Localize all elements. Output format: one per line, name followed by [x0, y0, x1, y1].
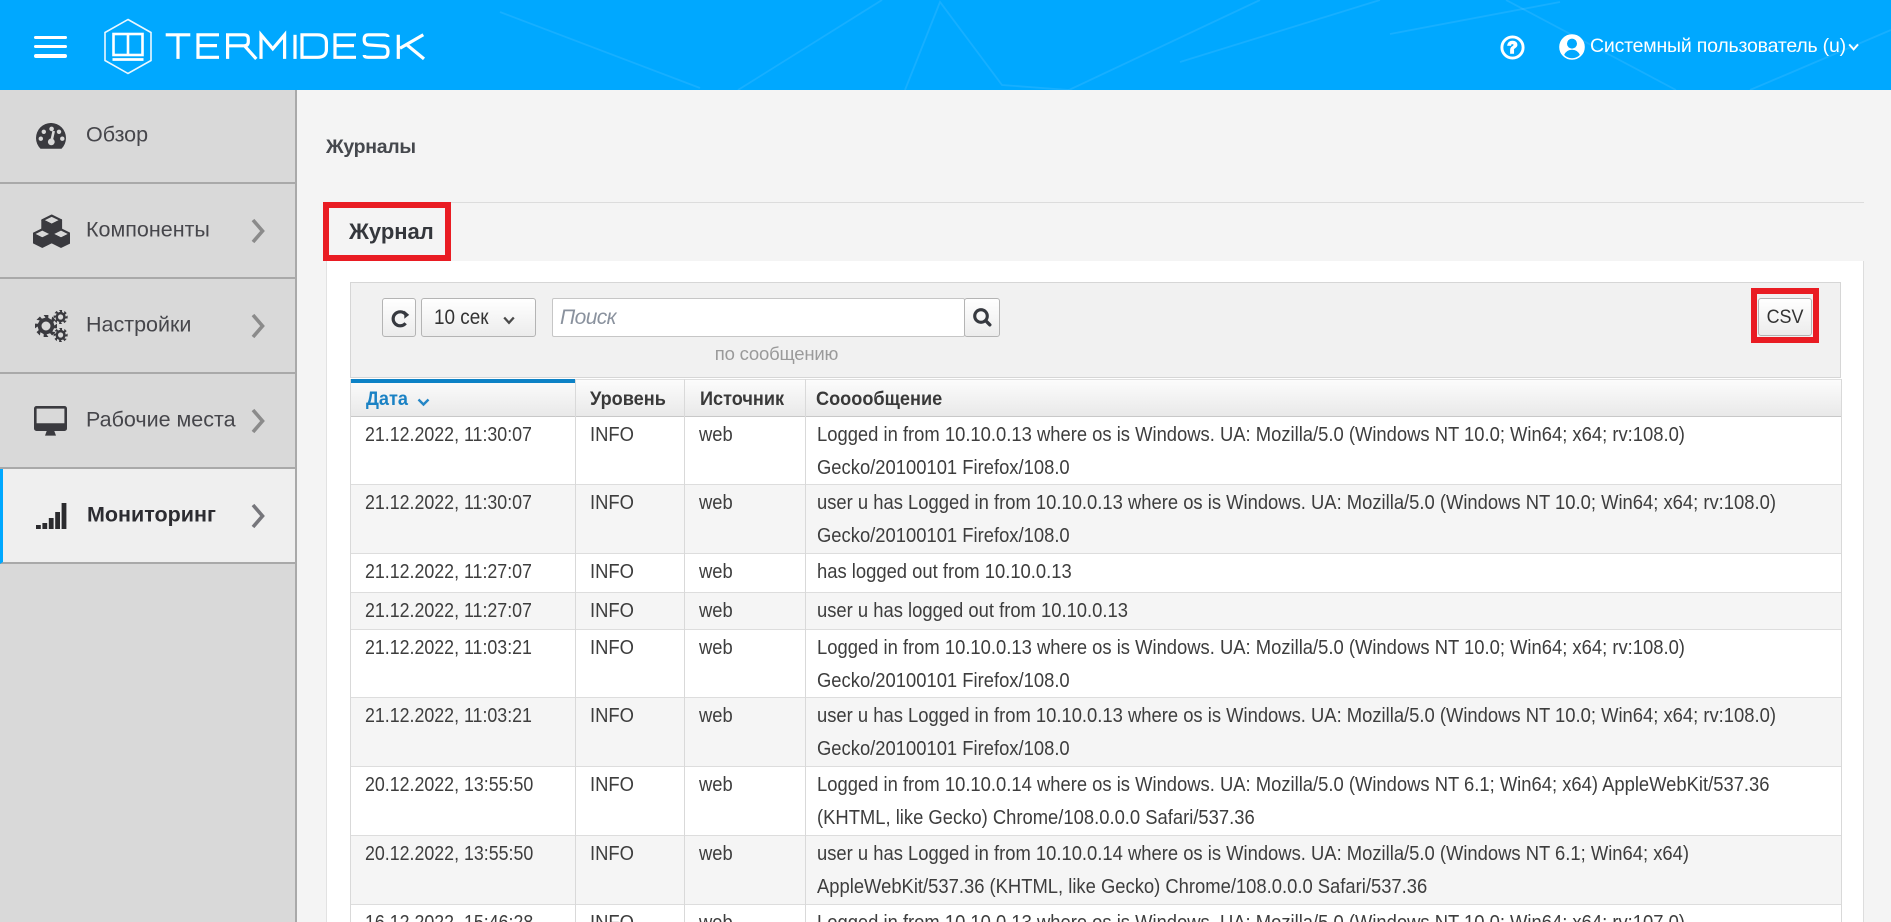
svg-text:?: ? [1507, 38, 1517, 57]
